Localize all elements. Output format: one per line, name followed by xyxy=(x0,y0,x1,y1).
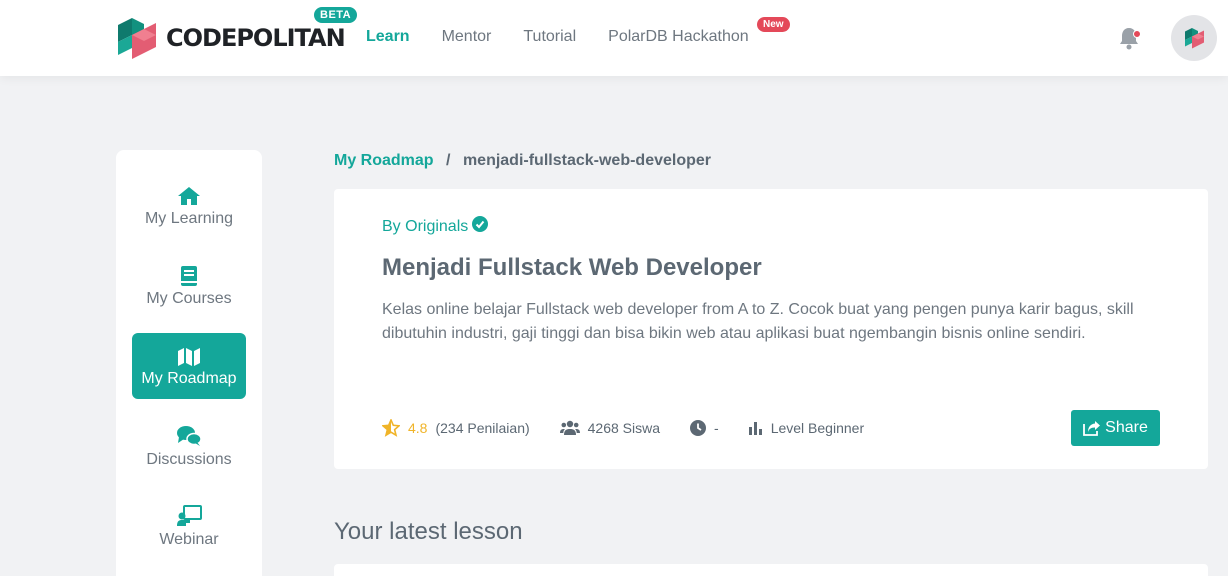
sidebar-item-label: My Courses xyxy=(146,290,232,307)
students-count: 4268 Siswa xyxy=(587,420,661,436)
breadcrumb-current: menjadi-fullstack-web-developer xyxy=(462,152,711,169)
presentation-icon xyxy=(176,505,202,527)
map-icon xyxy=(177,344,201,366)
avatar[interactable] xyxy=(1171,15,1217,61)
sidebar-item-label: My Learning xyxy=(144,210,234,227)
nav-mentor[interactable]: Mentor xyxy=(442,28,492,46)
sidebar: My Learning My Courses My Roadmap Discus… xyxy=(116,150,262,576)
star-icon xyxy=(382,419,400,437)
duration-group: - xyxy=(690,420,719,436)
sidebar-item-label: Discussions xyxy=(146,451,232,468)
nav-polardb-hackathon[interactable]: PolarDB Hackathon xyxy=(608,28,749,46)
latest-lesson-card xyxy=(334,564,1208,576)
author-label: By Originals xyxy=(382,217,469,235)
bar-chart-icon xyxy=(748,422,762,435)
sidebar-item-label: Webinar xyxy=(159,531,219,548)
notification-dot xyxy=(1133,30,1141,38)
top-navbar: CODEPOLITAN BETA Learn Mentor Tutorial P… xyxy=(0,0,1228,76)
author-line[interactable]: By Originals xyxy=(382,216,489,237)
codepolitan-logo[interactable]: CODEPOLITAN xyxy=(114,14,346,62)
breadcrumb-link-my-roadmap[interactable]: My Roadmap xyxy=(334,152,434,169)
rating-group: 4.8 (234 Penilaian) xyxy=(382,419,530,437)
roadmap-description: Kelas online belajar Fullstack web devel… xyxy=(382,301,1134,342)
sidebar-item-webinar[interactable]: Webinar xyxy=(132,494,246,560)
breadcrumb: My Roadmap / menjadi-fullstack-web-devel… xyxy=(334,152,711,170)
main-nav: Learn Mentor Tutorial PolarDB Hackathon xyxy=(366,28,781,46)
logo-mark-icon xyxy=(114,15,158,61)
verified-check-icon xyxy=(472,216,489,237)
home-icon xyxy=(177,184,201,206)
avatar-logo-icon xyxy=(1185,28,1204,49)
level-group: Level Beginner xyxy=(748,420,865,436)
new-badge: New xyxy=(757,17,790,32)
share-label: Share xyxy=(1105,419,1148,436)
breadcrumb-separator: / xyxy=(446,152,451,169)
roadmap-card: By Originals Menjadi Fullstack Web Devel… xyxy=(334,189,1208,469)
rating-count: (234 Penilaian) xyxy=(435,420,530,436)
beta-badge: BETA xyxy=(314,7,358,23)
sidebar-item-my-learning[interactable]: My Learning xyxy=(132,173,246,239)
latest-lesson-heading: Your latest lesson xyxy=(334,518,523,545)
clock-icon xyxy=(690,420,707,436)
share-icon xyxy=(1083,421,1101,436)
sidebar-item-my-roadmap[interactable]: My Roadmap xyxy=(132,333,246,399)
share-button[interactable]: Share xyxy=(1071,410,1160,446)
roadmap-title: Menjadi Fullstack Web Developer xyxy=(382,254,762,281)
roadmap-meta: 4.8 (234 Penilaian) 4268 Siswa - Level B… xyxy=(382,419,894,437)
duration-value: - xyxy=(714,420,719,436)
nav-tutorial[interactable]: Tutorial xyxy=(523,28,576,46)
logo-text: CODEPOLITAN xyxy=(166,24,346,52)
nav-learn[interactable]: Learn xyxy=(366,28,410,46)
book-icon xyxy=(180,264,198,286)
comments-icon xyxy=(176,425,202,447)
sidebar-item-my-courses[interactable]: My Courses xyxy=(132,253,246,319)
students-group: 4268 Siswa xyxy=(559,420,661,436)
users-icon xyxy=(559,420,580,435)
rating-value: 4.8 xyxy=(408,420,428,436)
level-value: Level Beginner xyxy=(770,420,865,436)
sidebar-item-discussions[interactable]: Discussions xyxy=(132,414,246,480)
sidebar-item-label: My Roadmap xyxy=(141,370,237,387)
